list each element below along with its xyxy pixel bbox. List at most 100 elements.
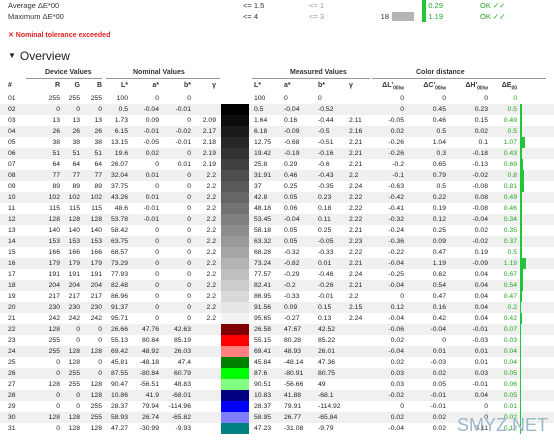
cell-a: 0: [155, 260, 159, 267]
column-header-sub: 00: [511, 85, 517, 92]
collapse-arrow-icon[interactable]: ▼: [8, 51, 16, 60]
cell-L: 13.15: [110, 139, 128, 146]
group-measured: Measured Values: [290, 69, 347, 76]
cell-a: -0.05: [143, 139, 160, 146]
color-swatch: [221, 159, 249, 170]
cell-my: 2.11: [349, 117, 362, 124]
cell-mL: 95.65: [254, 315, 272, 322]
cell-dE: 0.04: [503, 359, 517, 366]
cell-g: 0: [76, 337, 80, 344]
cell-b: 26: [94, 128, 102, 135]
cell-L: 43.26: [110, 194, 128, 201]
cell-n: 31: [8, 425, 16, 432]
cell-g: 128: [68, 359, 80, 366]
cell-dC: 0.19: [432, 205, 446, 212]
cell-y: 2.2: [206, 304, 216, 311]
color-swatch: [221, 269, 249, 280]
cell-dL: -0.25: [388, 271, 405, 278]
cell-dE: 0.54: [503, 282, 517, 289]
cell-my: 2.21: [349, 150, 363, 157]
cell-dL: -0.06: [388, 326, 405, 333]
cell-n: 16: [8, 260, 16, 267]
summary-grey-swatch: [392, 12, 414, 21]
delta-bar: [520, 148, 522, 159]
cell-g: 204: [68, 282, 80, 289]
cell-y: 2.18: [202, 139, 216, 146]
cell-dE: 1.07: [503, 139, 517, 146]
cell-r: 0: [56, 392, 60, 399]
color-swatch: [221, 225, 249, 236]
cell-mb: -114.92: [318, 403, 341, 410]
cell-b: 230: [90, 304, 102, 311]
summary-limit: <= 4: [243, 12, 259, 21]
cell-dL: -0.26: [388, 150, 405, 157]
cell-mL: 69.41: [254, 348, 272, 355]
cell-g: 255: [68, 381, 80, 388]
cell-b2: 48.83: [173, 381, 191, 388]
cell-r: 128: [48, 326, 60, 333]
cell-dL: 0.03: [390, 381, 404, 388]
cell-y: 2.2: [206, 194, 216, 201]
color-swatch: [221, 412, 249, 423]
cell-L: 82.48: [110, 282, 128, 289]
cell-L: 95.71: [110, 315, 128, 322]
cell-dC: 0.54: [432, 282, 446, 289]
cell-r: 89: [52, 183, 60, 190]
cell-L: 73.29: [110, 260, 128, 267]
cell-my: 2.16: [349, 128, 363, 135]
cell-mb: 0.15: [318, 304, 332, 311]
cell-dL: 0.03: [390, 370, 404, 377]
cell-b2: 47.4: [177, 359, 191, 366]
cell-ma: -0.33: [284, 293, 300, 300]
cell-L: 63.75: [110, 238, 128, 245]
cell-dE: 0.49: [503, 194, 517, 201]
cell-ma: 48.93: [284, 348, 302, 355]
cell-dE: 0.49: [503, 117, 517, 124]
table-row: 17 191 191 191 77.93 0 0 2.2 77.57 -0.29 -0.46 2.24…: [0, 269, 554, 280]
cell-b: 166: [90, 249, 102, 256]
cell-b2: 0: [187, 183, 191, 190]
cell-ma: 26.77: [284, 414, 302, 421]
cell-dE: 0.43: [503, 150, 517, 157]
column-header-b2: b*: [163, 82, 191, 89]
cell-b2: 0: [187, 95, 191, 102]
table-row: 02 0 0 0 0.5 -0.04 -0.01 0.5 -0.04 -0.52 0 0.45 0.23…: [0, 104, 554, 115]
cell-a: -80.84: [139, 370, 159, 377]
cell-ma: -31.08: [284, 425, 304, 432]
cell-dL: 0.02: [390, 359, 404, 366]
cell-a: -0.01: [143, 216, 160, 223]
delta-bar: [520, 258, 526, 269]
cell-dL: 0.02: [390, 337, 404, 344]
cell-L: 26.66: [110, 326, 128, 333]
cell-dE: 0.47: [503, 293, 517, 300]
cell-L: 91.37: [110, 304, 128, 311]
cell-y: 2.2: [206, 293, 216, 300]
cell-n: 26: [8, 370, 16, 377]
cell-dH: 0.04: [474, 392, 488, 399]
cell-ma: 0.05: [284, 238, 298, 245]
cell-dE: 0.69: [503, 161, 517, 168]
cell-dL: -0.26: [388, 139, 405, 146]
cell-dL: -0.04: [388, 425, 405, 432]
column-header-label: ΔC': [423, 82, 436, 89]
color-swatch: [221, 313, 249, 324]
cell-n: 01: [8, 95, 16, 102]
delta-bar: [520, 335, 521, 346]
column-header-label: b*: [318, 82, 325, 89]
section-overview[interactable]: ▼ Overview: [8, 49, 70, 63]
cell-n: 29: [8, 403, 16, 410]
color-swatch: [221, 401, 249, 412]
summary-bar: [422, 0, 426, 11]
cell-b2: -9.93: [175, 425, 192, 432]
cell-dH: -0.02: [472, 238, 489, 245]
cell-b2: 0: [187, 304, 191, 311]
table-row: 15 166 166 166 68.57 0 0 2.2 68.28 -0.32 -0.33 2.22…: [0, 247, 554, 258]
table-row: 06 51 51 51 19.6 0.02 0 2.19 19.42 -0.19 -0.16 2.21…: [0, 148, 554, 159]
cell-dL: -0.41: [388, 205, 405, 212]
cell-dH: -0.03: [472, 337, 489, 344]
cell-b: 255: [90, 95, 102, 102]
cell-n: 02: [8, 106, 16, 113]
cell-dE: 0.37: [503, 238, 517, 245]
cell-L: 32.04: [110, 172, 128, 179]
cell-b2: -0.02: [175, 128, 192, 135]
